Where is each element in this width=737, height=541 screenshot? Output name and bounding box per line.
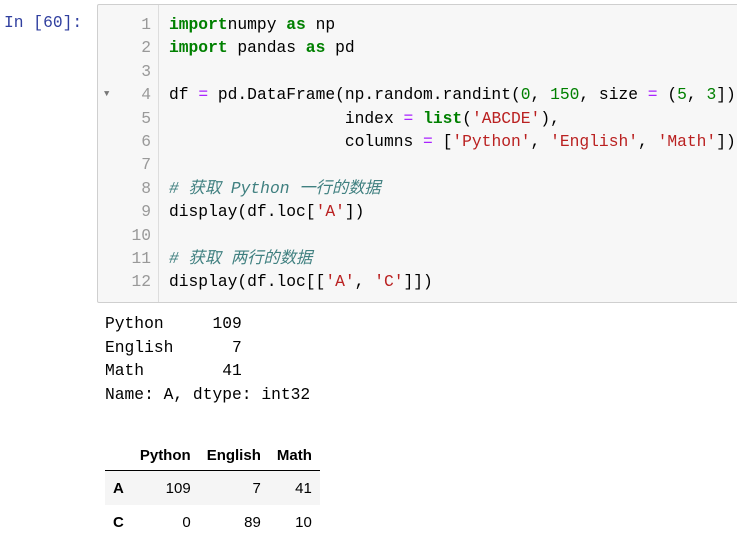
code-text: # 获取 两行的数据: [169, 247, 312, 270]
code-cell[interactable]: 1 importnumpy as np 2 import pandas as pd 3 ▼…: [97, 4, 737, 303]
table-row: C 0 89 10: [105, 505, 320, 539]
code-token: as: [305, 38, 326, 58]
code-token: import: [169, 38, 228, 58]
code-text: display(df.loc[['A', 'C']]): [169, 270, 433, 293]
code-token: ]): [344, 202, 365, 222]
code-token: 'A': [315, 202, 345, 222]
line-number: 6: [141, 132, 151, 151]
column-header: Math: [268, 440, 320, 471]
code-token: list: [423, 108, 463, 128]
line-number: 11: [131, 249, 151, 268]
series-output: Python 109 English 7 Math 41 Name: A, dt…: [105, 314, 311, 404]
code-token: numpy: [227, 15, 287, 34]
code-token: ,: [354, 272, 375, 292]
code-token: as: [286, 15, 306, 34]
code-token: =: [403, 108, 414, 128]
code-token: 0: [520, 85, 531, 105]
dataframe-table: Python English Math A 109 7 41 C 0 89 10: [105, 440, 320, 539]
code-token: 'A': [325, 272, 355, 292]
table-row: A 109 7 41: [105, 470, 320, 505]
table-cell: 109: [165, 479, 191, 497]
code-text: columns = ['Python', 'English', 'Math']): [169, 130, 736, 153]
code-token: ,: [638, 132, 658, 151]
line-number: 7: [141, 155, 151, 175]
code-token: # 获取 Python 一行的数据: [169, 178, 381, 198]
code-token: ]]): [403, 272, 433, 292]
line-number: 1: [141, 15, 151, 34]
code-text: # 获取 Python 一行的数据: [169, 177, 381, 200]
code-text: importnumpy as np: [169, 13, 335, 36]
code-token: display(df.loc[: [169, 202, 316, 222]
row-index: C: [113, 513, 124, 531]
row-index: A: [113, 479, 124, 497]
code-token: ),: [540, 108, 560, 128]
code-token: ]),: [716, 85, 737, 105]
code-token: =: [198, 85, 209, 105]
code-token: =: [647, 85, 658, 105]
table-header-row: Python English Math: [105, 440, 320, 471]
code-token: ,: [530, 132, 551, 151]
table-cell: 41: [295, 479, 312, 497]
code-token: 5: [677, 85, 687, 105]
code-token: 'ABCDE': [471, 108, 541, 128]
column-header: Python: [131, 440, 199, 471]
code-token: display(df.loc[[: [169, 272, 326, 292]
code-text: import pandas as pd: [169, 36, 355, 59]
line-number: 3: [141, 61, 151, 81]
line-number: 9: [141, 202, 151, 222]
code-token: pd: [325, 38, 355, 58]
code-token: (: [657, 85, 678, 105]
code-token: ,: [686, 85, 707, 105]
line-number: 8: [141, 178, 151, 198]
code-token: [: [432, 132, 453, 151]
code-token: np: [305, 15, 336, 34]
code-token: # 获取 两行的数据: [169, 249, 313, 268]
code-token: 'Python': [452, 132, 531, 151]
code-token: 3: [706, 85, 717, 105]
code-token: 'Math': [657, 132, 717, 151]
line-number: 4: [141, 85, 151, 105]
code-token: pd.DataFrame(np.random.randint(: [208, 85, 521, 105]
code-text: index = list('ABCDE'),: [169, 107, 560, 130]
code-token: pandas: [227, 38, 306, 58]
code-token: columns: [169, 132, 424, 151]
code-token: import: [169, 15, 228, 34]
table-cell: 0: [182, 513, 191, 531]
cell-prompt: In [60]:: [4, 13, 83, 32]
code-text: df = pd.DataFrame(np.random.randint(0, 1…: [169, 83, 737, 106]
column-header: English: [198, 440, 269, 471]
code-token: 150: [550, 85, 580, 105]
code-token: index: [169, 108, 404, 128]
code-token: ,: [530, 85, 551, 105]
line-number: 12: [131, 272, 151, 292]
code-text: display(df.loc['A']): [169, 200, 364, 223]
code-token: , size: [579, 85, 648, 105]
table-cell: 89: [244, 513, 261, 531]
index-header: [105, 440, 132, 471]
code-token: =: [423, 132, 433, 151]
line-number: 5: [141, 108, 151, 128]
code-token: ]): [716, 132, 736, 151]
table-cell: 7: [252, 479, 261, 497]
code-token: 'C': [374, 272, 404, 292]
code-token: (: [462, 108, 472, 128]
line-number: 10: [131, 225, 151, 245]
line-number: 2: [141, 38, 151, 58]
code-token: 'English': [550, 132, 639, 151]
table-cell: 10: [295, 513, 312, 531]
code-token: df: [169, 85, 199, 105]
